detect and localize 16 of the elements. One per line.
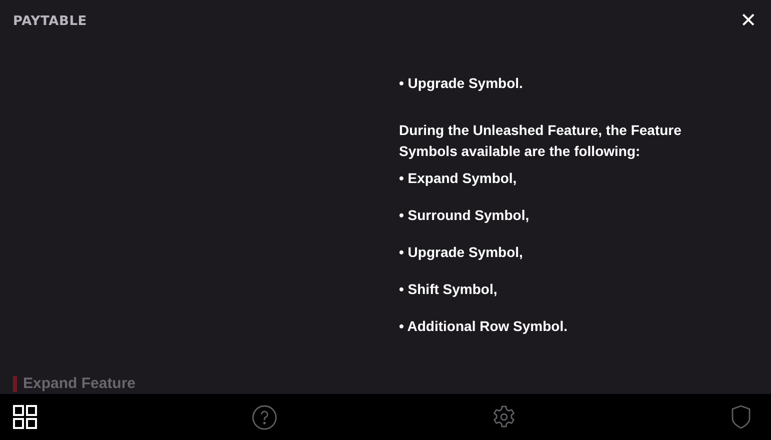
paragraph: During the Unleashed Feature, the Feature Symbols available are the following: [399, 121, 682, 161]
shield-icon [731, 405, 751, 429]
grid-icon [13, 405, 37, 429]
bullet-item: • Upgrade Symbol. [399, 74, 524, 93]
nav-button[interactable] [13, 405, 37, 429]
section-heading: Expand Feature [23, 375, 136, 392]
heading-marker [13, 376, 17, 392]
bullet-item: • Upgrade Symbol, [399, 243, 524, 262]
help-icon [252, 404, 277, 430]
bullet-item: • Additional Row Symbol. [399, 317, 568, 336]
bullet-item: • Surround Symbol, [399, 206, 530, 225]
bullet-item: • Expand Symbol, [399, 169, 518, 188]
settings-icon [492, 405, 516, 429]
bullet-item: • Shift Symbol, [399, 280, 498, 299]
close-button[interactable]: ✕ [740, 11, 757, 31]
panel-title: PAYTABLE [13, 14, 87, 28]
